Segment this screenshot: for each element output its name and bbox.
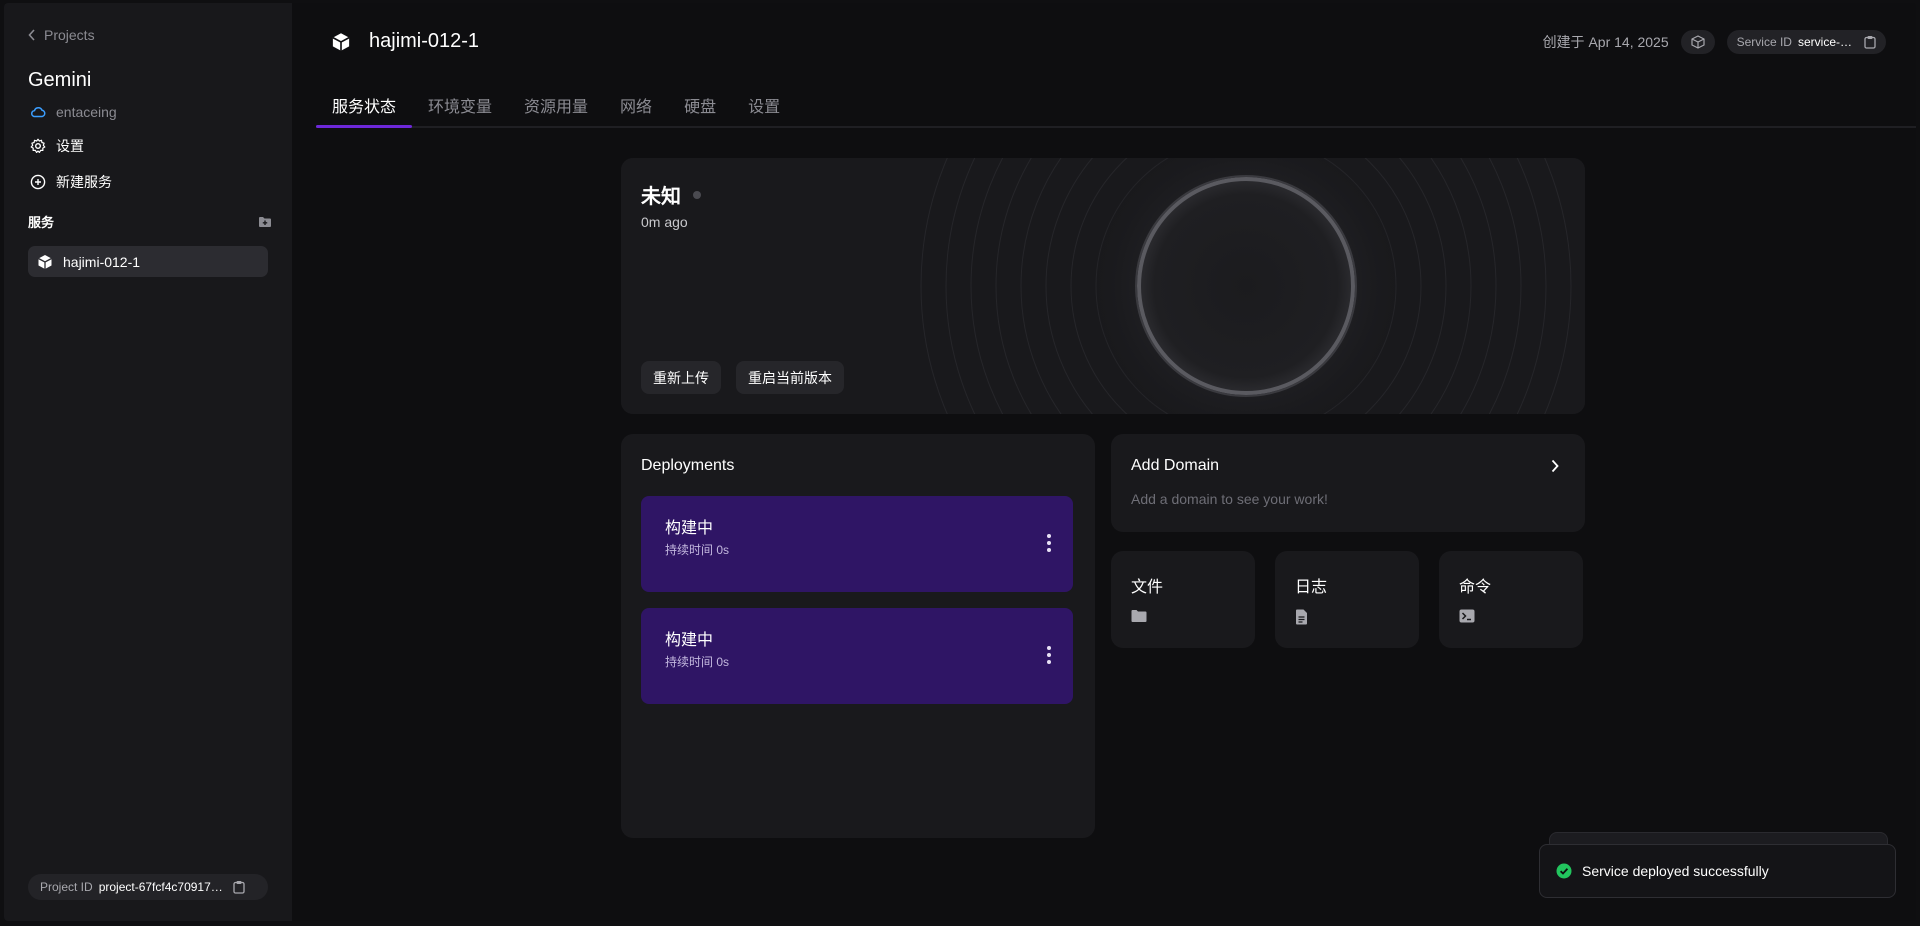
project-id-value: project-67fcf4c70917… xyxy=(98,880,223,894)
cube-icon xyxy=(332,32,350,51)
tab-disk[interactable]: 硬盘 xyxy=(668,78,732,126)
plus-circle-icon xyxy=(30,174,46,190)
service-name: hajimi-012-1 xyxy=(63,253,141,270)
new-service-label: 新建服务 xyxy=(56,174,112,190)
deployment-item[interactable]: 构建中 持续时间 0s xyxy=(641,496,1073,592)
service-title-text: hajimi-012-1 xyxy=(369,30,480,52)
command-label: 命令 xyxy=(1459,579,1492,596)
services-heading: 服务 xyxy=(28,215,55,230)
copy-icon[interactable] xyxy=(1864,35,1876,49)
cloud-icon xyxy=(31,107,46,118)
deployment-title: 构建中 xyxy=(665,520,714,537)
copy-icon[interactable] xyxy=(233,880,245,894)
chevron-right-icon xyxy=(1551,459,1559,473)
sidebar-item-settings[interactable]: 设置 xyxy=(30,136,84,156)
deployments-card: Deployments 构建中 持续时间 0s 构建中 持续时间 0s xyxy=(621,434,1095,838)
folder-icon xyxy=(1131,610,1147,622)
tab-bar: 服务状态 环境变量 资源用量 网络 硬盘 设置 xyxy=(316,78,1916,128)
tab-settings[interactable]: 设置 xyxy=(732,78,796,126)
box-icon-button[interactable] xyxy=(1680,30,1715,54)
tab-resource-usage[interactable]: 资源用量 xyxy=(508,78,604,126)
sidebar: Projects Gemini entaceing 设置 新建服务 服务 haj… xyxy=(4,3,292,921)
files-label: 文件 xyxy=(1131,579,1164,596)
service-title: hajimi-012-1 xyxy=(331,30,479,53)
tab-service-status[interactable]: 服务状态 xyxy=(316,78,413,128)
back-label: Projects xyxy=(44,27,95,43)
project-id-pill: Project ID project-67fcf4c70917… xyxy=(28,874,268,900)
check-circle-icon xyxy=(1556,863,1572,879)
status-time: 0m ago xyxy=(641,214,688,230)
created-date: 创建于 Apr 14, 2025 xyxy=(1542,34,1669,50)
status-text: 未知 xyxy=(641,186,681,208)
new-service-button[interactable]: 新建服务 xyxy=(30,172,112,192)
logs-card[interactable]: 日志 xyxy=(1275,551,1419,648)
add-domain-card[interactable]: Add Domain Add a domain to see your work… xyxy=(1111,434,1585,532)
app-window: Projects Gemini entaceing 设置 新建服务 服务 haj… xyxy=(4,3,1916,921)
project-name: Gemini xyxy=(28,69,92,91)
services-header: 服务 xyxy=(28,212,272,231)
add-domain-title: Add Domain xyxy=(1131,457,1220,474)
workspace-name: entaceing xyxy=(56,104,117,120)
tab-network[interactable]: 网络 xyxy=(604,78,668,126)
status-card: 未知 0m ago 重新上传 重启当前版本 xyxy=(621,158,1585,414)
cube-icon xyxy=(38,254,52,269)
logs-label: 日志 xyxy=(1295,579,1328,596)
deployment-duration: 持续时间 0s xyxy=(665,655,730,669)
more-vertical-icon[interactable] xyxy=(1047,534,1051,552)
gear-icon xyxy=(30,138,46,153)
toast-message: Service deployed successfully xyxy=(1582,863,1769,879)
folder-plus-icon[interactable] xyxy=(258,216,272,228)
add-domain-subtitle: Add a domain to see your work! xyxy=(1131,491,1328,507)
header-meta: 创建于 Apr 14, 2025 Service ID service-… xyxy=(1543,30,1886,54)
sidebar-item-service[interactable]: hajimi-012-1 xyxy=(28,246,268,277)
reupload-button[interactable]: 重新上传 xyxy=(641,361,721,394)
chevron-left-icon xyxy=(28,29,35,41)
box-icon xyxy=(1691,35,1705,49)
deployments-heading: Deployments xyxy=(641,457,735,474)
deployment-item[interactable]: 构建中 持续时间 0s xyxy=(641,608,1073,704)
terminal-icon xyxy=(1459,609,1475,623)
tab-env-vars[interactable]: 环境变量 xyxy=(412,78,508,126)
service-id-pill: Service ID service-… xyxy=(1726,30,1886,54)
command-card[interactable]: 命令 xyxy=(1439,551,1583,648)
status-title: 未知 xyxy=(641,180,701,209)
deployment-title: 构建中 xyxy=(665,632,714,649)
deployment-duration: 持续时间 0s xyxy=(665,543,730,557)
settings-label: 设置 xyxy=(56,138,84,154)
file-icon xyxy=(1296,609,1307,625)
restart-version-button[interactable]: 重启当前版本 xyxy=(736,361,844,394)
more-vertical-icon[interactable] xyxy=(1047,646,1051,664)
status-dot xyxy=(693,190,701,199)
service-id-label: Service ID xyxy=(1736,35,1792,49)
service-id-value: service-… xyxy=(1797,35,1852,49)
files-card[interactable]: 文件 xyxy=(1111,551,1255,648)
project-id-label: Project ID xyxy=(40,880,93,894)
back-to-projects-link[interactable]: Projects xyxy=(28,27,95,43)
workspace-label: entaceing xyxy=(30,104,117,120)
success-toast[interactable]: Service deployed successfully xyxy=(1539,844,1896,898)
